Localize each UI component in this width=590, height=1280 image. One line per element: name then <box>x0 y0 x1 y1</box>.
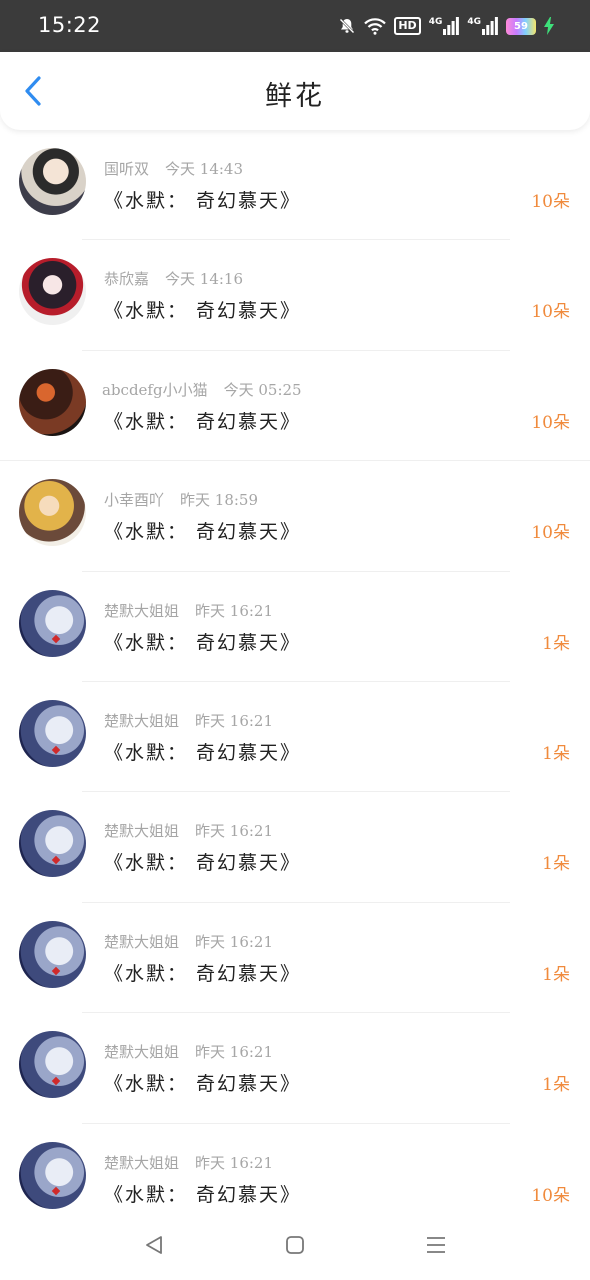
signal-4g-icon: 4G <box>467 17 498 35</box>
flower-count: 1朵 <box>542 1075 570 1096</box>
user-name: 国听双 <box>104 160 150 178</box>
back-triangle-icon <box>143 1234 165 1260</box>
user-name: 楚默大姐姐 <box>104 1153 180 1172</box>
list-item-meta: 楚默大姐姐 昨天 16:21 <box>104 1041 273 1062</box>
flower-count: 1朵 <box>542 743 570 764</box>
list-item-meta: 楚默大姐姐 昨天 16:21 <box>104 710 273 731</box>
work-title: 《水默： 奇幻慕天》 <box>104 1073 302 1096</box>
status-bar: 15:22 HD 4G 4G 59 <box>0 0 590 52</box>
list-item-meta: 小幸酉吖 昨天 18:59 <box>104 489 258 510</box>
list-item[interactable]: 楚默大姐姐 昨天 16:21 《水默： 奇幻慕天》 1朵 <box>0 682 590 793</box>
work-title: 《水默： 奇幻慕天》 <box>104 521 302 544</box>
list-item-meta: 楚默大姐姐 昨天 16:21 <box>104 1152 273 1173</box>
list-item[interactable]: 楚默大姐姐 昨天 16:21 《水默： 奇幻慕天》 1朵 <box>0 1013 590 1124</box>
work-title: 《水默： 奇幻慕天》 <box>104 410 302 433</box>
avatar-mark <box>51 635 60 644</box>
home-square-icon <box>284 1234 306 1260</box>
avatar[interactable] <box>19 148 86 215</box>
gift-time: 今天 05:25 <box>223 380 302 399</box>
work-title: 《水默： 奇幻慕天》 <box>104 741 302 764</box>
system-recents-button[interactable] <box>421 1232 451 1262</box>
menu-lines-icon <box>425 1234 447 1260</box>
hd-icon: HD <box>394 17 421 35</box>
work-title: 《水默： 奇幻慕天》 <box>104 190 302 212</box>
gift-time: 今天 14:16 <box>165 270 244 289</box>
avatar-mark <box>51 1187 60 1196</box>
avatar[interactable] <box>19 920 86 988</box>
flower-count: 10朵 <box>531 523 570 544</box>
avatar[interactable] <box>19 368 86 436</box>
gift-time: 昨天 16:21 <box>195 822 274 841</box>
flower-gift-list: 国听双 今天 14:43 《水默： 奇幻慕天》 10朵 恭欣嘉 今天 14:16 《… <box>0 130 590 1235</box>
user-name: 楚默大姐姐 <box>104 601 180 620</box>
avatar[interactable] <box>19 258 86 326</box>
work-title: 《水默： 奇幻慕天》 <box>104 852 302 875</box>
wifi-icon <box>364 17 387 35</box>
work-title: 《水默： 奇幻慕天》 <box>104 300 302 323</box>
system-back-button[interactable] <box>139 1232 169 1262</box>
flower-count: 1朵 <box>542 633 570 654</box>
user-name: abcdefg小小猫 <box>102 380 208 399</box>
list-item-meta: 楚默大姐姐 昨天 16:21 <box>104 931 273 952</box>
signal-4g-icon: 4G <box>429 17 460 35</box>
user-name: 恭欣嘉 <box>104 270 150 289</box>
flower-count: 1朵 <box>542 964 570 985</box>
signal-4g-label: 4G <box>467 17 481 27</box>
list-item-meta: abcdefg小小猫 今天 05:25 <box>102 379 302 400</box>
avatar[interactable] <box>19 1141 86 1209</box>
avatar-mark <box>51 1076 60 1086</box>
flower-count: 10朵 <box>531 412 570 433</box>
list-item-meta: 楚默大姐姐 昨天 16:21 <box>104 600 273 621</box>
gift-time: 昨天 18:59 <box>180 491 259 510</box>
avatar[interactable] <box>19 1031 86 1099</box>
list-item[interactable]: 国听双 今天 14:43 《水默： 奇幻慕天》 10朵 <box>0 130 590 241</box>
avatar-mark <box>51 966 60 975</box>
work-title: 《水默： 奇幻慕天》 <box>104 962 302 985</box>
work-title: 《水默： 奇幻慕天》 <box>104 1183 302 1206</box>
avatar[interactable] <box>19 589 86 657</box>
gift-time: 昨天 16:21 <box>195 1153 274 1172</box>
status-icons: HD 4G 4G 59 <box>338 14 554 38</box>
gift-time: 昨天 16:21 <box>195 711 274 730</box>
list-item[interactable]: 楚默大姐姐 昨天 16:21 《水默： 奇幻慕天》 1朵 <box>0 792 590 904</box>
list-item[interactable]: 恭欣嘉 今天 14:16 《水默： 奇幻慕天》 10朵 <box>0 240 590 352</box>
list-item[interactable]: 楚默大姐姐 昨天 16:21 《水默： 奇幻慕天》 1朵 <box>0 572 590 683</box>
user-name: 楚默大姐姐 <box>104 1043 180 1062</box>
signal-4g-label: 4G <box>428 17 443 27</box>
battery-icon: 59 <box>506 17 536 35</box>
avatar[interactable] <box>19 810 86 878</box>
user-name: 楚默大姐姐 <box>104 932 180 951</box>
gift-time: 昨天 16:21 <box>195 932 274 951</box>
gift-time: 昨天 16:21 <box>195 601 274 620</box>
avatar-mark <box>51 745 60 755</box>
mute-bell-icon <box>338 17 356 35</box>
flower-count: 1朵 <box>542 854 570 875</box>
gift-time: 今天 14:43 <box>165 160 244 178</box>
gift-time: 昨天 16:21 <box>195 1043 274 1062</box>
top-nav-bar: 鲜花 <box>0 52 590 130</box>
list-item[interactable]: 小幸酉吖 昨天 18:59 《水默： 奇幻慕天》 10朵 <box>0 461 590 572</box>
list-item[interactable]: 楚默大姐姐 昨天 16:21 《水默： 奇幻慕天》 1朵 <box>0 903 590 1014</box>
user-name: 楚默大姐姐 <box>104 822 180 841</box>
work-title: 《水默： 奇幻慕天》 <box>104 631 302 654</box>
flower-count: 10朵 <box>531 1185 570 1206</box>
page-title: 鲜花 <box>265 81 325 112</box>
avatar[interactable] <box>19 479 86 547</box>
flower-count: 10朵 <box>531 302 570 323</box>
list-item[interactable]: abcdefg小小猫 今天 05:25 《水默： 奇幻慕天》 10朵 <box>0 351 590 462</box>
list-item-meta: 国听双 今天 14:43 <box>104 158 243 179</box>
avatar[interactable] <box>19 699 86 767</box>
list-item-meta: 楚默大姐姐 昨天 16:21 <box>104 820 273 841</box>
charging-icon <box>544 17 554 35</box>
list-item-meta: 恭欣嘉 今天 14:16 <box>104 268 243 289</box>
flower-count: 10朵 <box>531 192 570 212</box>
system-nav-bar <box>0 1210 590 1280</box>
system-home-button[interactable] <box>280 1232 310 1262</box>
status-time: 15:22 <box>38 13 102 37</box>
user-name: 楚默大姐姐 <box>104 711 180 730</box>
avatar-mark <box>51 855 60 865</box>
user-name: 小幸酉吖 <box>104 491 165 510</box>
